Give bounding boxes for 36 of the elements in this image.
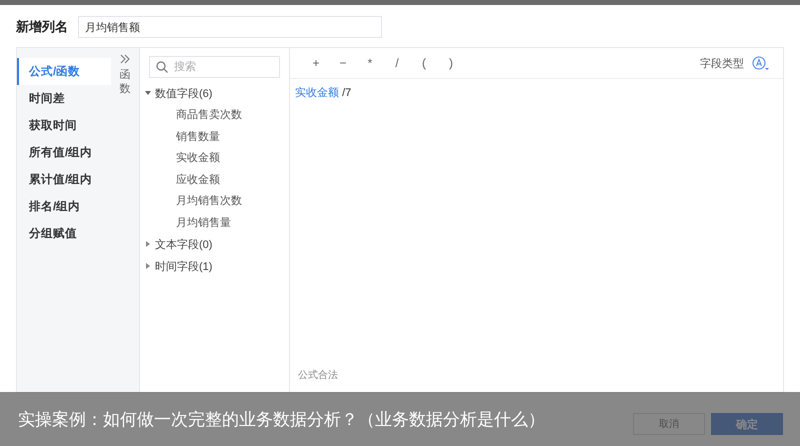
field-item[interactable]: 实收金额 [149,147,280,168]
field-group-label: 数值字段(6) [155,86,212,100]
column-name-field[interactable]: 月均销售额 [78,16,382,38]
search-icon [156,61,168,73]
operator-button[interactable]: + [308,56,324,70]
formula-editor[interactable]: 实收金额 /7 [290,79,783,368]
operator-button[interactable]: ) [443,56,459,70]
function-label: 函数 [120,68,130,97]
field-item[interactable]: 销售数量 [149,126,280,147]
field-group-label: 文本字段(0) [155,238,212,252]
category-tab[interactable]: 分组赋值 [17,220,111,247]
category-tab[interactable]: 所有值/组内 [17,139,111,166]
field-item[interactable]: 商品售卖次数 [149,104,280,126]
category-tab[interactable]: 排名/组内 [17,193,111,220]
field-group[interactable]: 时间字段(1) [145,255,280,277]
letter-a-dropdown-icon[interactable] [752,56,769,70]
double-chevron-icon[interactable] [120,54,130,64]
field-type-label: 字段类型 [700,56,744,70]
search-field[interactable]: 搜索 [149,56,280,78]
operator-button[interactable]: / [389,56,405,70]
field-group[interactable]: 文本字段(0) [145,233,280,255]
category-tab[interactable]: 累计值/组内 [17,166,111,193]
field-group[interactable]: 数值字段(6) [145,82,280,104]
category-tab[interactable]: 时间差 [17,85,111,112]
category-tab[interactable]: 公式/函数 [17,58,111,85]
caption-text: 实操案例：如何做一次完整的业务数据分析？（业务数据分析是什么） [18,408,545,430]
field-item[interactable]: 应收金额 [149,168,280,190]
operator-button[interactable]: * [362,56,378,70]
operator-button[interactable]: ( [416,56,432,70]
operator-button[interactable]: − [335,56,351,70]
formula-status: 公式合法 [297,368,339,383]
category-tab[interactable]: 获取时间 [17,112,111,139]
field-item[interactable]: 月均销售量 [149,212,280,233]
column-name-label: 新增列名 [16,18,68,36]
field-group-label: 时间字段(1) [155,260,212,274]
field-item[interactable]: 月均销售次数 [149,190,280,212]
